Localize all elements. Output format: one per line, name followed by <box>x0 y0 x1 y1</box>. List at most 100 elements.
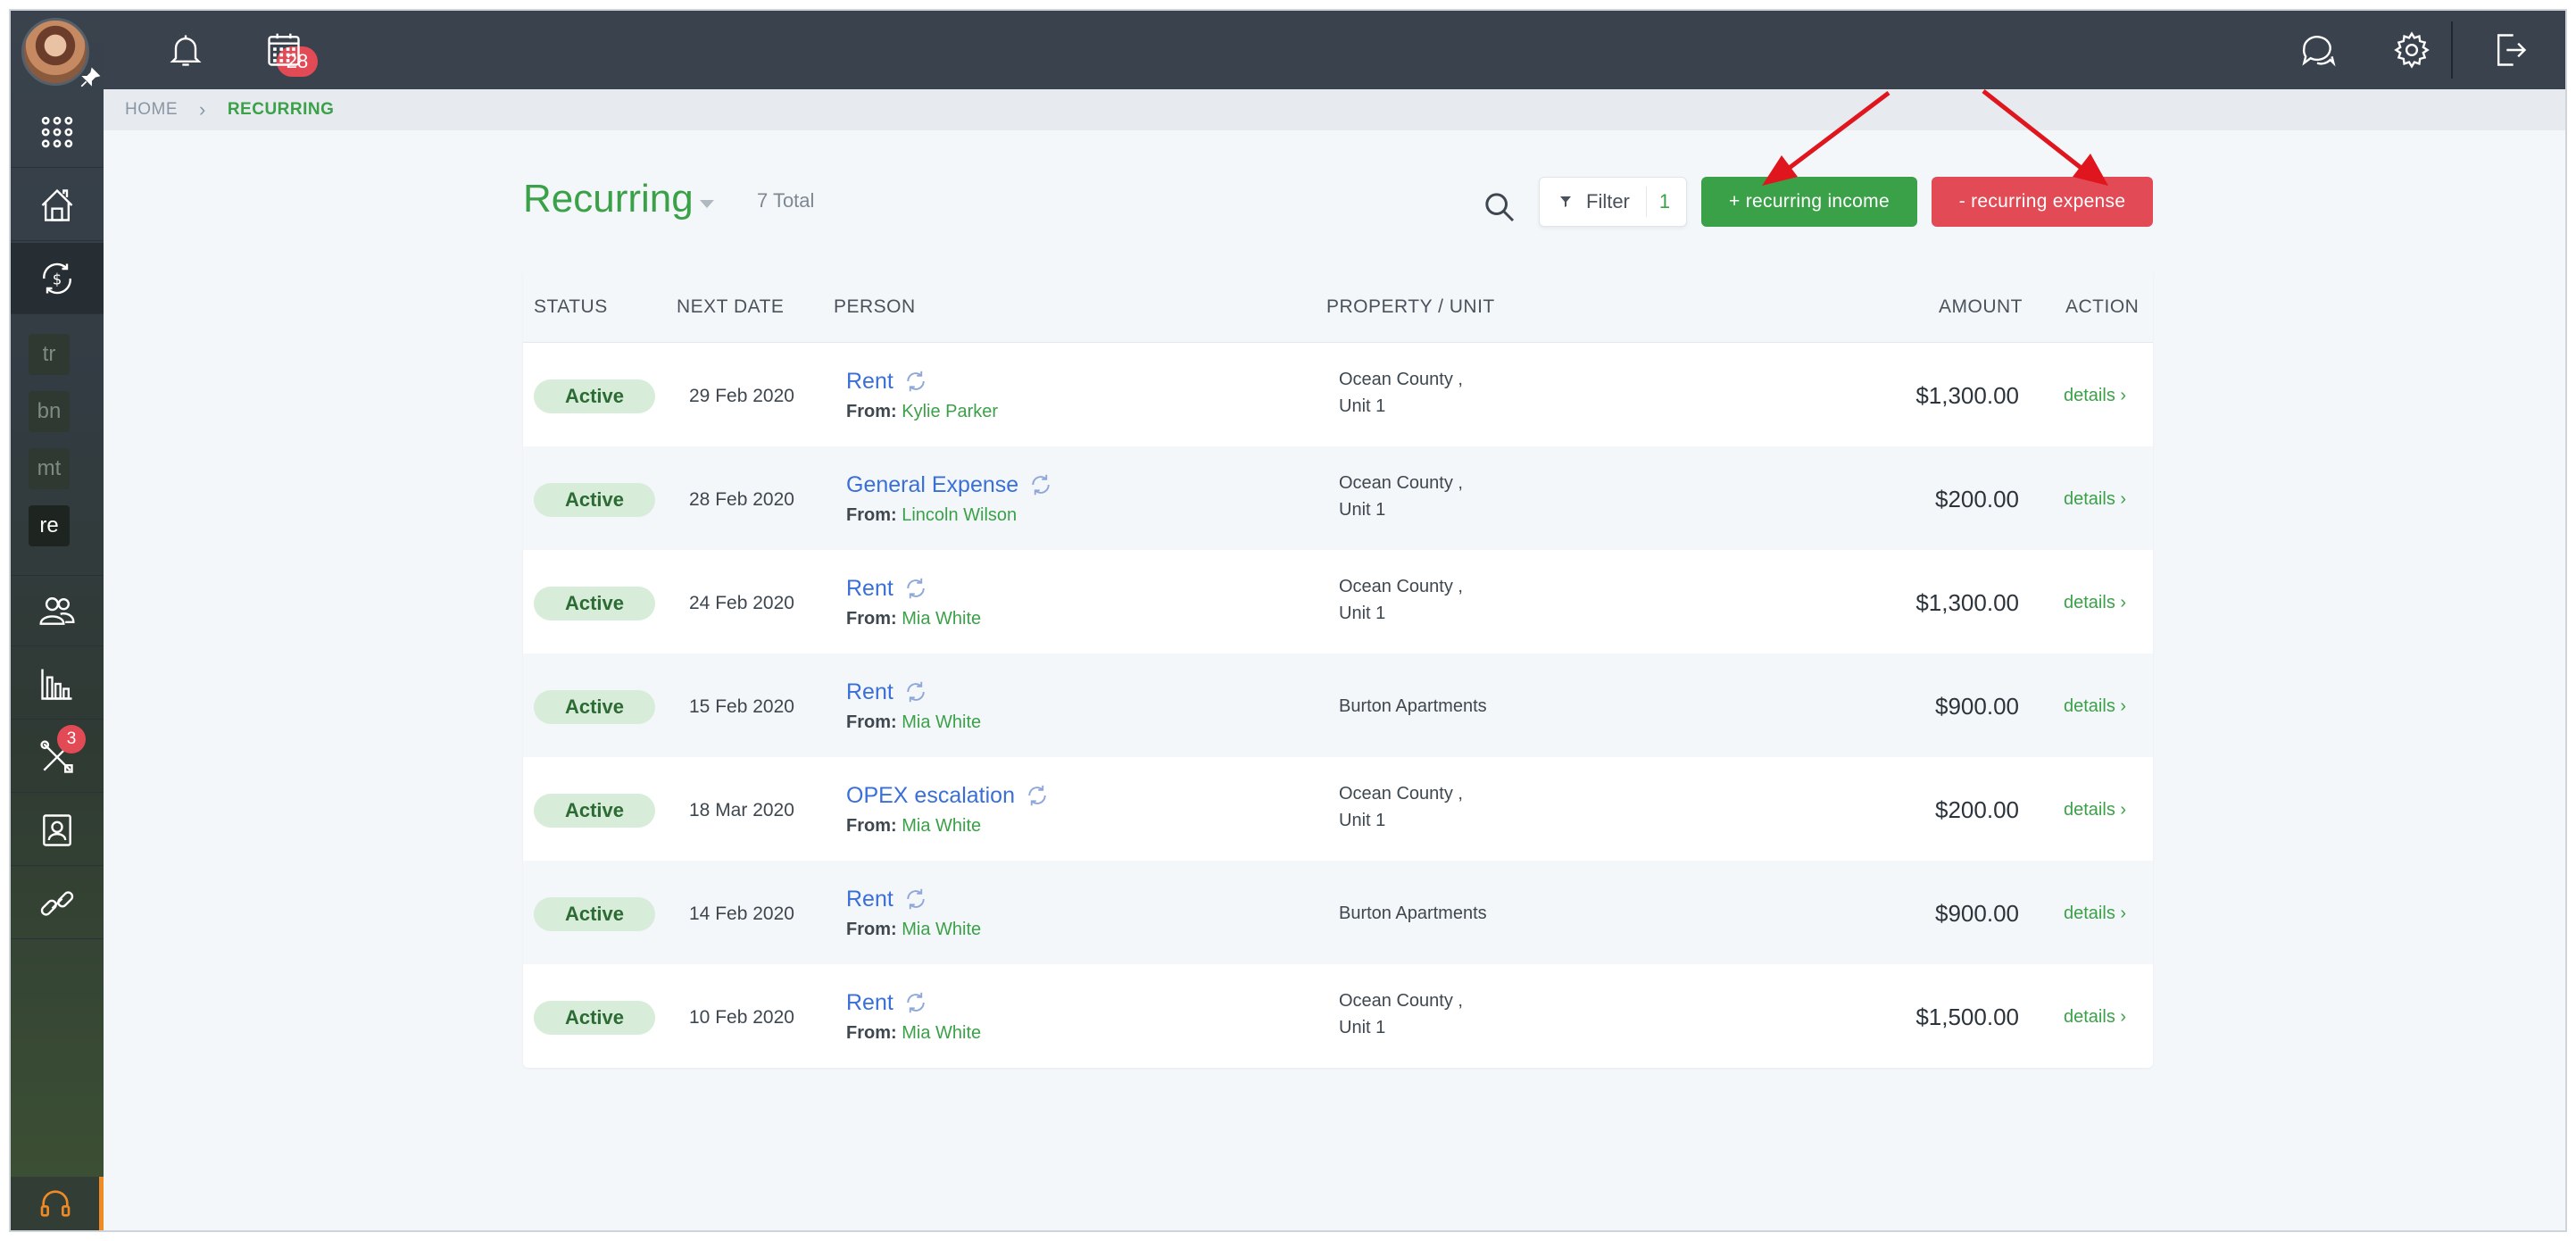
settings-button[interactable] <box>2389 27 2435 73</box>
column-status[interactable]: STATUS <box>534 296 608 318</box>
next-date: 18 Mar 2020 <box>689 800 794 820</box>
recurring-title-link[interactable]: Rent <box>846 368 929 395</box>
sidebar-item-properties[interactable] <box>11 170 104 241</box>
table-row[interactable]: Active 14 Feb 2020 Rent From: Mia White … <box>523 861 2153 964</box>
gear-icon <box>2394 31 2430 69</box>
property-name: Burton Apartments <box>1339 696 1487 716</box>
messages-button[interactable] <box>2294 27 2340 73</box>
details-link[interactable]: details › <box>2064 593 2126 613</box>
from-label: From: <box>846 402 897 421</box>
details-link[interactable]: details › <box>2064 904 2126 924</box>
amount: $1,300.00 <box>1915 589 2019 616</box>
person-name-link[interactable]: Lincoln Wilson <box>902 505 1017 525</box>
column-person[interactable]: PERSON <box>834 296 916 318</box>
column-next-date[interactable]: NEXT DATE <box>677 296 784 318</box>
unit-name: Unit 1 <box>1339 811 1386 830</box>
topbar-divider <box>2451 21 2453 79</box>
add-recurring-income-button[interactable]: + recurring income <box>1701 177 1917 227</box>
calendar-button[interactable] <box>261 27 307 73</box>
details-link[interactable]: details › <box>2064 489 2126 510</box>
recurring-cycle-icon <box>907 888 925 910</box>
next-date: 10 Feb 2020 <box>689 1007 794 1028</box>
sidebar-mini-tr[interactable]: tr <box>29 334 70 375</box>
table-row[interactable]: Active 18 Mar 2020 OPEX escalation From:… <box>523 757 2153 861</box>
person-name-link[interactable]: Mia White <box>902 920 981 939</box>
filter-button[interactable]: Filter 1 <box>1539 177 1687 227</box>
details-link[interactable]: details › <box>2064 800 2126 820</box>
table-row[interactable]: Active 29 Feb 2020 Rent From: Kylie Park… <box>523 343 2153 446</box>
column-property[interactable]: PROPERTY / UNIT <box>1326 296 1495 318</box>
recurring-title-link[interactable]: General Expense <box>846 471 1054 498</box>
details-link[interactable]: details › <box>2064 1007 2126 1028</box>
sidebar-mini-mt[interactable]: mt <box>29 448 70 489</box>
recurring-table: STATUS NEXT DATE PERSON PROPERTY / UNIT … <box>523 270 2153 1068</box>
filter-label: Filter <box>1586 190 1630 212</box>
sidebar-item-documents[interactable] <box>11 795 104 866</box>
details-link[interactable]: details › <box>2064 386 2126 406</box>
breadcrumb-separator: › <box>199 98 206 121</box>
bell-icon <box>170 35 202 66</box>
sidebar: $ tr bn mt re 3 <box>11 11 104 1230</box>
table-row[interactable]: Active 24 Feb 2020 Rent From: Mia White … <box>523 550 2153 654</box>
page-title[interactable]: Recurring <box>523 177 694 221</box>
person-from: From: Mia White <box>846 920 981 940</box>
sidebar-item-links[interactable] <box>11 868 104 939</box>
recurring-title-link[interactable]: Rent <box>846 989 929 1016</box>
logout-button[interactable] <box>2487 27 2533 73</box>
person-name-link[interactable]: Kylie Parker <box>902 402 998 421</box>
recurring-title: Rent <box>846 575 893 601</box>
property-name: Burton Apartments <box>1339 904 1487 923</box>
sidebar-mini-re[interactable]: re <box>29 505 70 546</box>
support-button[interactable] <box>11 1177 104 1230</box>
person-name-link[interactable]: Mia White <box>902 816 981 836</box>
recurring-title-link[interactable]: Rent <box>846 679 929 705</box>
amount: $200.00 <box>1935 486 2019 512</box>
add-recurring-expense-button[interactable]: - recurring expense <box>1932 177 2153 227</box>
property-name: Ocean County , <box>1339 784 1463 804</box>
table-row[interactable]: Active 28 Feb 2020 General Expense From:… <box>523 446 2153 550</box>
breadcrumb: HOME › RECURRING <box>104 89 2565 130</box>
column-amount[interactable]: AMOUNT <box>1939 296 2023 318</box>
person-from: From: Mia White <box>846 1023 981 1044</box>
sidebar-item-reports[interactable] <box>11 648 104 720</box>
table-row[interactable]: Active 10 Feb 2020 Rent From: Mia White … <box>523 964 2153 1068</box>
sidebar-item-maintenance[interactable]: 3 <box>11 721 104 793</box>
recurring-title-link[interactable]: Rent <box>846 886 929 912</box>
title-dropdown-caret-icon[interactable] <box>700 200 714 208</box>
sidebar-mini-bn[interactable]: bn <box>29 391 70 432</box>
person-name-link[interactable]: Mia White <box>902 1023 981 1043</box>
recurring-title: Rent <box>846 679 893 704</box>
recurring-cycle-icon <box>907 992 925 1013</box>
people-icon <box>39 597 75 625</box>
sidebar-item-people[interactable] <box>11 575 104 646</box>
breadcrumb-current: RECURRING <box>227 100 335 119</box>
property-name: Ocean County , <box>1339 577 1463 596</box>
person-name-link[interactable]: Mia White <box>902 712 981 732</box>
breadcrumb-home-link[interactable]: HOME <box>125 100 178 120</box>
filter-icon <box>1560 196 1571 207</box>
amount: $900.00 <box>1935 693 2019 720</box>
amount: $900.00 <box>1935 900 2019 927</box>
app-window: $ tr bn mt re 3 28 HOME › RECURRING Recu… <box>9 9 2567 1232</box>
total-count: 7 Total <box>757 189 815 212</box>
next-date: 15 Feb 2020 <box>689 696 794 717</box>
status-badge: Active <box>534 794 655 828</box>
filter-count: 1 <box>1658 190 1671 212</box>
recurring-title-link[interactable]: Rent <box>846 575 929 602</box>
unit-name: Unit 1 <box>1339 396 1386 416</box>
next-date: 28 Feb 2020 <box>689 489 794 510</box>
person-from: From: Mia White <box>846 816 981 837</box>
recurring-title-link[interactable]: OPEX escalation <box>846 782 1051 809</box>
sidebar-item-apps[interactable] <box>11 96 104 168</box>
table-row[interactable]: Active 15 Feb 2020 Rent From: Mia White … <box>523 654 2153 757</box>
search-icon[interactable] <box>1482 189 1517 225</box>
pin-icon[interactable] <box>79 66 102 89</box>
apps-grid-icon <box>41 116 73 147</box>
details-link[interactable]: details › <box>2064 696 2126 717</box>
person-name-link[interactable]: Mia White <box>902 609 981 629</box>
notifications-button[interactable] <box>162 27 209 73</box>
unit-name: Unit 1 <box>1339 1018 1386 1037</box>
svg-text:$: $ <box>53 271 62 287</box>
person-from: From: Lincoln Wilson <box>846 505 1017 526</box>
sidebar-item-recurring[interactable]: $ <box>11 243 104 314</box>
